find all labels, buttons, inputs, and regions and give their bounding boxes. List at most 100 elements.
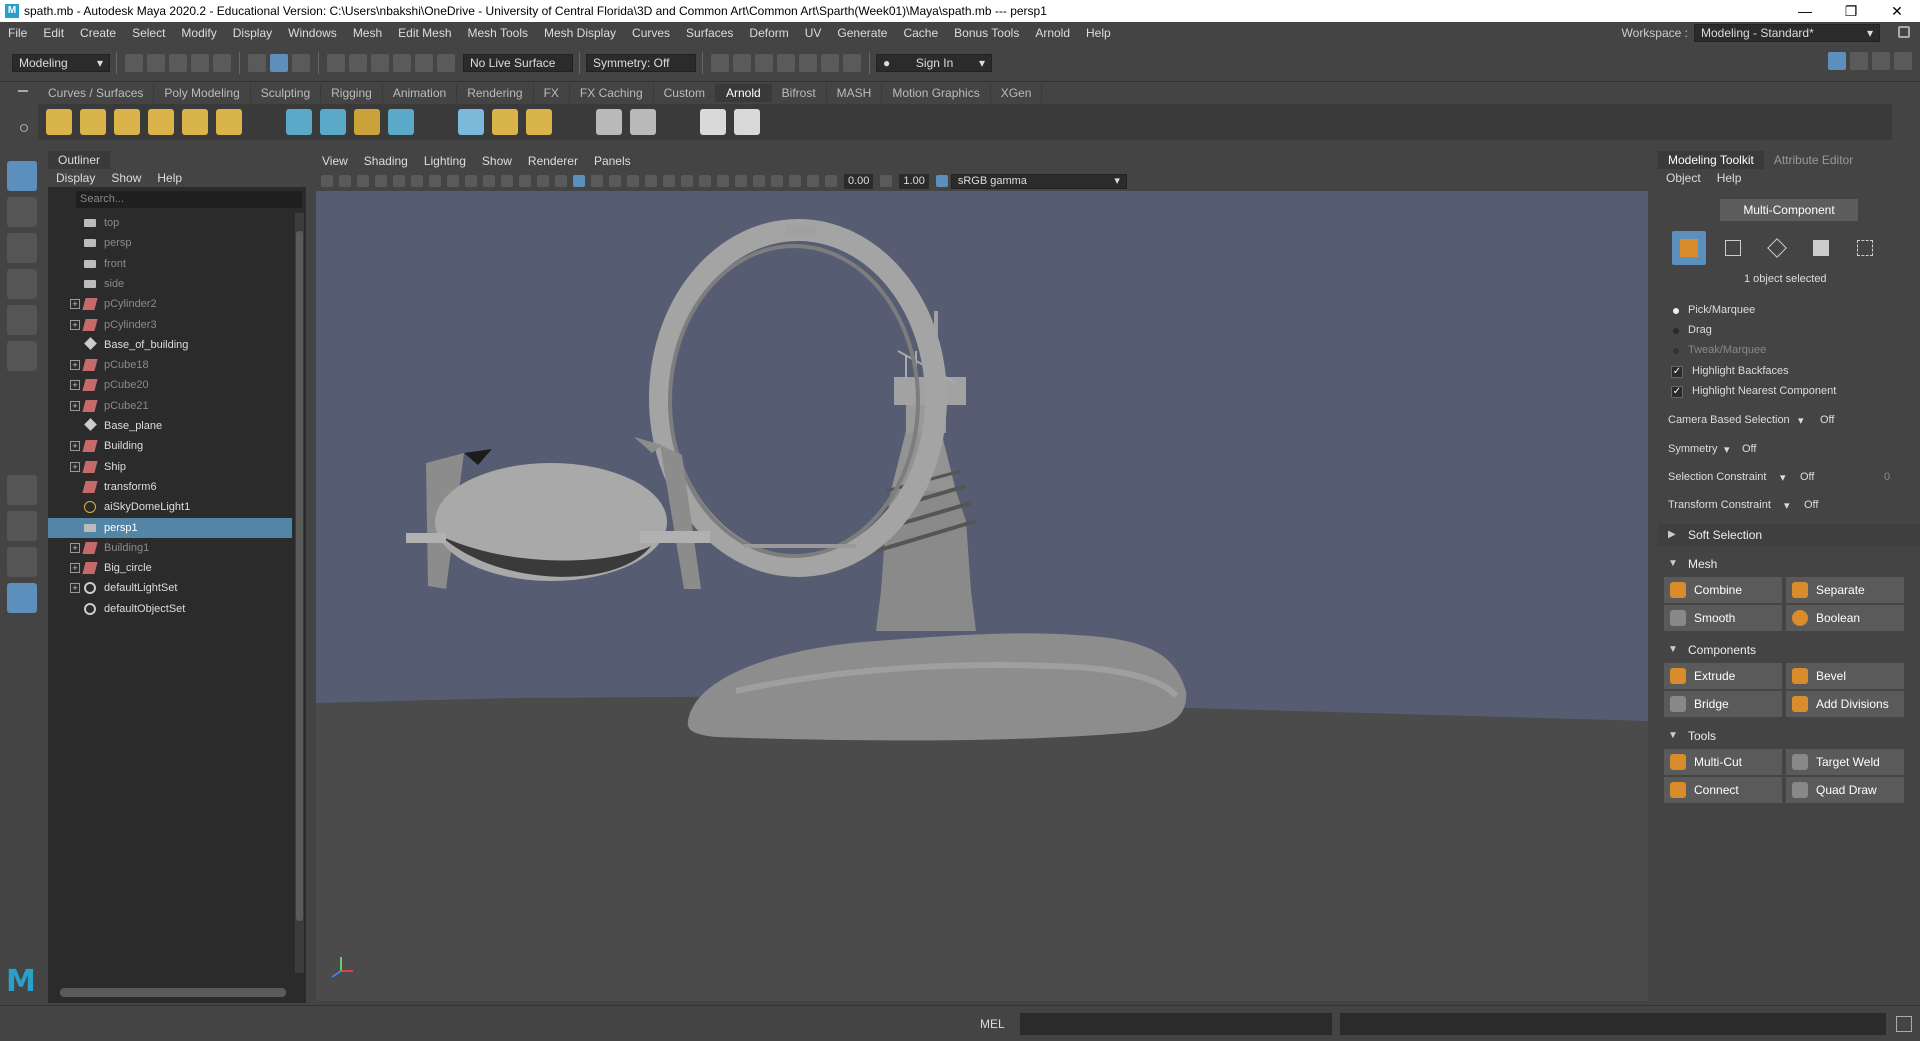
transform-constraint-value[interactable]: Off	[1804, 499, 1818, 511]
select-tool-icon[interactable]	[7, 161, 37, 191]
outliner-item-side[interactable]: side	[48, 274, 292, 294]
outliner-item-pcylinder2[interactable]: + pCylinder2	[48, 294, 292, 314]
chevron-down-icon[interactable]: ▾	[1784, 499, 1790, 512]
lasso-tool-icon[interactable]	[7, 197, 37, 227]
shelf-tab-arnold[interactable]: Arnold	[715, 84, 772, 102]
expand-icon[interactable]: +	[70, 360, 80, 371]
menu-surfaces[interactable]: Surfaces	[678, 22, 741, 44]
resolution-gate-icon[interactable]	[465, 175, 477, 187]
move-tool-icon[interactable]	[7, 269, 37, 299]
script-editor-icon[interactable]	[1896, 1016, 1912, 1032]
shadows-icon[interactable]	[663, 175, 675, 187]
shelf-tab-mash[interactable]: MASH	[827, 84, 883, 102]
command-input[interactable]	[1020, 1013, 1332, 1035]
menu-help[interactable]: Help	[1078, 22, 1119, 44]
outliner-menu-display[interactable]: Display	[48, 169, 103, 187]
xray-joints-icon[interactable]	[789, 175, 801, 187]
outliner-item-pcube21[interactable]: + pCube21	[48, 396, 292, 416]
screen-space-ao-icon[interactable]	[681, 175, 693, 187]
expand-icon[interactable]: +	[70, 441, 80, 452]
shelf-settings-icon[interactable]	[20, 124, 28, 132]
render-view-icon[interactable]	[711, 54, 729, 72]
xray-components-icon[interactable]	[807, 175, 819, 187]
image-plane-icon[interactable]	[375, 175, 387, 187]
shelf-menu-icon[interactable]	[18, 90, 28, 92]
menu-mesh[interactable]: Mesh	[345, 22, 390, 44]
default-material-icon[interactable]	[591, 175, 603, 187]
outliner-item-big-circle[interactable]: + Big_circle	[48, 558, 292, 578]
outliner-item-base-of-building[interactable]: Base_of_building	[48, 335, 292, 355]
chevron-down-icon[interactable]: ▾	[1798, 414, 1804, 427]
expand-icon[interactable]: +	[70, 400, 80, 411]
uv-mode-icon[interactable]	[1848, 231, 1882, 265]
expand-icon[interactable]: +	[70, 461, 80, 472]
tab-modeling-toolkit[interactable]: Modeling Toolkit	[1658, 151, 1764, 169]
shelf-tab-curves-surfaces[interactable]: Curves / Surfaces	[38, 84, 155, 102]
open-scene-icon[interactable]	[147, 54, 165, 72]
outliner-item-persp[interactable]: persp	[48, 233, 292, 253]
expand-icon[interactable]: +	[70, 319, 80, 330]
flush-textures-icon[interactable]	[458, 109, 484, 135]
four-view-layout-icon[interactable]	[7, 511, 37, 541]
grid-icon[interactable]	[429, 175, 441, 187]
outliner-item-pcube20[interactable]: + pCube20	[48, 375, 292, 395]
shelf-tab-sculpting[interactable]: Sculpting	[251, 84, 322, 102]
selection-constraint-number[interactable]: 0	[1884, 471, 1890, 483]
snap-grid-icon[interactable]	[327, 54, 345, 72]
outliner-menu-show[interactable]: Show	[103, 169, 149, 187]
menu-edit-mesh[interactable]: Edit Mesh	[390, 22, 459, 44]
smooth-button[interactable]: Smooth	[1664, 605, 1782, 631]
viewport-menu-show[interactable]: Show	[474, 151, 520, 171]
tab-attribute-editor[interactable]: Attribute Editor	[1764, 151, 1863, 169]
color-management-icon[interactable]	[935, 175, 948, 187]
render-current-frame-icon[interactable]	[733, 54, 751, 72]
shelf-tab-xgen[interactable]: XGen	[991, 84, 1043, 102]
viewport-scene[interactable]	[316, 191, 1648, 1001]
shelf-tab-animation[interactable]: Animation	[383, 84, 458, 102]
tool-settings-toggle-icon[interactable]	[1872, 52, 1890, 70]
gamma-icon[interactable]	[880, 175, 893, 187]
expand-icon[interactable]: +	[70, 542, 80, 553]
render-sequence-icon[interactable]	[734, 109, 760, 135]
volume-icon[interactable]	[320, 109, 346, 135]
view-transform-dropdown[interactable]: sRGB gamma ▾	[950, 173, 1127, 189]
multi-cut-button[interactable]: Multi-Cut	[1664, 749, 1782, 775]
drag-radio[interactable]	[1673, 328, 1679, 334]
menu-curves[interactable]: Curves	[624, 22, 678, 44]
light-manager-icon[interactable]	[630, 109, 656, 135]
outliner-item-building[interactable]: + Building	[48, 436, 292, 456]
quad-draw-button[interactable]: Quad Draw	[1786, 777, 1904, 803]
grease-pencil-icon[interactable]	[411, 175, 423, 187]
viewport-menu-shading[interactable]: Shading	[356, 151, 416, 171]
outliner-layout-icon[interactable]	[7, 583, 37, 613]
textured-icon[interactable]	[627, 175, 639, 187]
outliner-search-input[interactable]: Search...	[76, 191, 302, 208]
exposure-icon[interactable]	[825, 175, 837, 187]
gate-mask-icon[interactable]	[483, 175, 495, 187]
shelf-tab-motion-graphics[interactable]: Motion Graphics	[882, 84, 991, 102]
paint-select-tool-icon[interactable]	[7, 233, 37, 263]
expand-icon[interactable]: +	[70, 583, 80, 594]
shelf-tab-rendering[interactable]: Rendering	[457, 84, 534, 102]
new-scene-icon[interactable]	[125, 54, 143, 72]
menu-edit[interactable]: Edit	[35, 22, 72, 44]
safe-action-icon[interactable]	[519, 175, 531, 187]
menu-uv[interactable]: UV	[797, 22, 830, 44]
anti-aliasing-icon[interactable]	[717, 175, 729, 187]
skydome-light-icon[interactable]	[148, 109, 174, 135]
render-settings-icon[interactable]	[777, 54, 795, 72]
snap-pivot-icon[interactable]	[437, 54, 455, 72]
highlight-backfaces-checkbox[interactable]: ✓	[1671, 366, 1683, 378]
extrude-button[interactable]: Extrude	[1664, 663, 1782, 689]
use-lights-icon[interactable]	[645, 175, 657, 187]
exposure-field[interactable]: 0.00	[844, 173, 874, 189]
pick-marquee-radio[interactable]	[1673, 308, 1679, 314]
area-light-icon[interactable]	[46, 109, 72, 135]
rotate-tool-icon[interactable]	[7, 305, 37, 335]
menu-select[interactable]: Select	[124, 22, 173, 44]
ipr-render-icon[interactable]	[755, 54, 773, 72]
snap-live-icon[interactable]	[415, 54, 433, 72]
outliner-horizontal-scrollbar[interactable]	[60, 988, 286, 997]
outliner-item-ship[interactable]: + Ship	[48, 457, 292, 477]
shelf-tab-bifrost[interactable]: Bifrost	[772, 84, 827, 102]
